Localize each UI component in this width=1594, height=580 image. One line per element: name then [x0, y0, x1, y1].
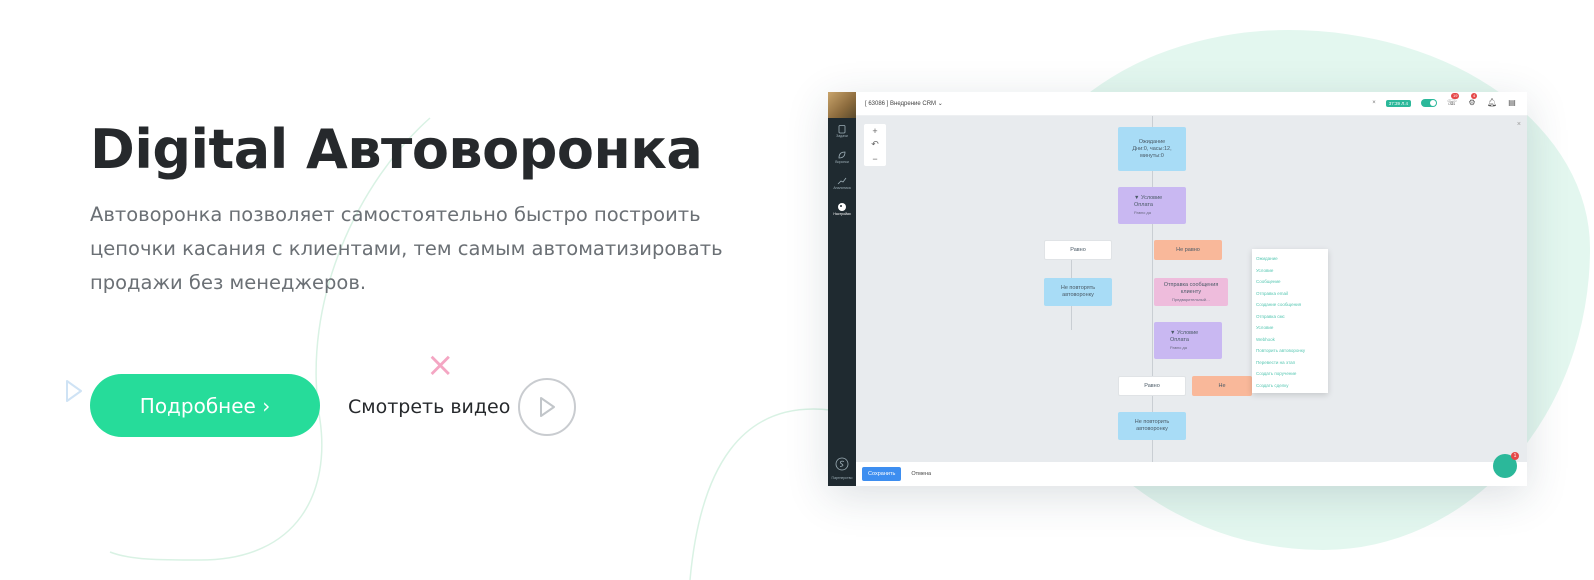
node-no-repeat[interactable]: Не повторять автоворонку [1044, 278, 1112, 306]
sidebar-item-label: Аналитика [833, 186, 851, 190]
menu-item[interactable]: Условие [1256, 265, 1324, 277]
sidebar-item-partnership[interactable]: Партнерство [828, 457, 856, 480]
funnel-canvas[interactable]: + ↶ − × Ожидание Дни:0, часы:12, минуты:… [856, 116, 1527, 462]
node-condition-field: Оплата [1134, 202, 1153, 208]
node-send-title: Отправка сообщения клиенту [1163, 281, 1219, 295]
node-not-equals-label: Не равно [1176, 246, 1200, 253]
node-condition[interactable]: ▼ Условие Оплата Равно да [1154, 322, 1222, 359]
node-equals[interactable]: Равно [1118, 376, 1186, 396]
document-icon[interactable]: ▤ [1507, 98, 1517, 108]
menu-item[interactable]: Webhook [1256, 334, 1324, 346]
action-menu: Ожидание Условие Сообщение Отправка emai… [1252, 249, 1328, 393]
chat-icon[interactable]: 1 [1493, 452, 1519, 478]
node-equals[interactable]: Равно [1044, 240, 1112, 260]
node-condition-rule: Равно да [1170, 345, 1187, 350]
menu-item[interactable]: Отправка смс [1256, 311, 1324, 323]
close-icon[interactable]: × [1372, 100, 1376, 106]
node-wait-line-2: Дни:0, часы:12, [1132, 145, 1172, 152]
node-no-repeat-line-1: Не повторить [1134, 419, 1170, 425]
undo-icon[interactable]: ↶ [871, 139, 879, 150]
page-title: Digital Автоворонка [90, 118, 707, 181]
node-condition-field: Оплата [1170, 337, 1189, 343]
close-icon[interactable]: × [1517, 121, 1521, 128]
leaf-icon [838, 151, 846, 159]
node-no-repeat[interactable]: Не повторить автоворонку [1118, 412, 1186, 440]
sidebar-item-funnels[interactable]: Воронки [828, 144, 856, 170]
node-condition-rule: Равно да [1134, 210, 1151, 215]
phone-count: 19 [1451, 93, 1460, 99]
node-condition-title: ▼ Условие [1170, 330, 1199, 336]
node-equals-label: Равно [1070, 246, 1086, 253]
cancel-button[interactable]: Отмена [911, 471, 931, 477]
node-no-repeat-line-1: Не повторять [1060, 285, 1096, 291]
phone-icon[interactable]: ☏ 19 [1447, 93, 1460, 108]
menu-item[interactable]: Повторить автоворонку [1256, 345, 1324, 357]
node-wait-line-3: минуты:0 [1140, 152, 1164, 159]
timer-badge[interactable]: 37:39 Л.4 [1385, 99, 1411, 107]
node-condition-title: ▼ Условие [1134, 195, 1163, 201]
node-no-repeat-line-2: автоворонку [1062, 292, 1094, 298]
node-wait[interactable]: Ожидание Дни:0, часы:12, минуты:0 [1118, 127, 1186, 171]
zoom-in-icon[interactable]: + [872, 126, 877, 136]
app-screenshot: Задачи Воронки Аналитика Настройки Партн… [828, 92, 1527, 486]
node-not-equals-label: Не [1218, 382, 1226, 389]
node-not-equals[interactable]: Не [1192, 376, 1252, 396]
zoom-controls: + ↶ − [864, 124, 886, 166]
menu-item[interactable]: Ожидание [1256, 253, 1324, 265]
gift-icon[interactable]: ⚙ 4 [1467, 93, 1478, 108]
menu-item[interactable]: Перевести на этап [1256, 357, 1324, 369]
app-topbar: [ 63086 ] Внедрение CRM ⌄ × 37:39 Л.4 ☏ 1… [856, 92, 1527, 116]
avatar[interactable] [828, 92, 856, 118]
node-send-sub: Предварительный… [1172, 296, 1210, 302]
menu-item[interactable]: Условие [1256, 322, 1324, 334]
clipboard-icon [838, 125, 846, 134]
more-button-label: Подробнее › [139, 393, 271, 418]
chart-icon [837, 177, 847, 185]
sidebar-item-label: Задачи [836, 134, 848, 138]
sidebar-item-tasks[interactable]: Задачи [828, 118, 856, 144]
sidebar-item-label: Партнерство [831, 476, 853, 480]
node-condition[interactable]: ▼ Условие Оплата Равно да [1118, 187, 1186, 224]
menu-item[interactable]: Сообщение [1256, 276, 1324, 288]
sidebar-item-label: Воронки [835, 160, 849, 164]
menu-item[interactable]: Создание сообщения [1256, 299, 1324, 311]
zoom-out-icon[interactable]: − [872, 154, 877, 164]
gift-count: 4 [1471, 93, 1478, 99]
node-wait-line-1: Ожидание [1138, 138, 1166, 145]
bell-icon[interactable]: 🔔︎ [1487, 98, 1497, 108]
status-toggle[interactable] [1421, 99, 1437, 107]
node-equals-label: Равно [1144, 382, 1160, 389]
topbar-actions: × 37:39 Л.4 ☏ 19 ⚙ 4 🔔︎ ▤ [1372, 93, 1517, 108]
app-footer: Сохранить Отмена [856, 462, 1527, 486]
more-button[interactable]: Подробнее › [90, 374, 320, 437]
dollar-icon [835, 457, 849, 471]
node-send-message[interactable]: Отправка сообщения клиенту Предварительн… [1154, 278, 1228, 306]
triangle-decoration-icon [66, 380, 82, 402]
menu-item[interactable]: Создать поручение [1256, 368, 1324, 380]
sidebar-item-settings[interactable]: Настройки [828, 196, 856, 222]
watch-video-button[interactable]: Смотреть видео [348, 377, 577, 437]
menu-item[interactable]: Отправка email [1256, 288, 1324, 300]
save-button[interactable]: Сохранить [862, 467, 902, 481]
sidebar-item-label: Настройки [833, 212, 851, 216]
sidebar-item-analytics[interactable]: Аналитика [828, 170, 856, 196]
node-not-equals[interactable]: Не равно [1154, 240, 1222, 260]
app-sidebar: Задачи Воронки Аналитика Настройки Партн… [828, 92, 856, 486]
hero-description: Автоворонка позволяет самостоятельно быс… [90, 203, 723, 294]
palette-icon [838, 203, 846, 211]
play-icon[interactable] [518, 378, 577, 436]
menu-item[interactable]: Создать сделку [1256, 380, 1324, 392]
node-no-repeat-line-2: автоворонку [1136, 426, 1168, 432]
breadcrumb[interactable]: [ 63086 ] Внедрение CRM ⌄ [865, 100, 943, 107]
watch-video-label: Смотреть видео [348, 396, 511, 418]
chat-badge: 1 [1511, 452, 1519, 460]
